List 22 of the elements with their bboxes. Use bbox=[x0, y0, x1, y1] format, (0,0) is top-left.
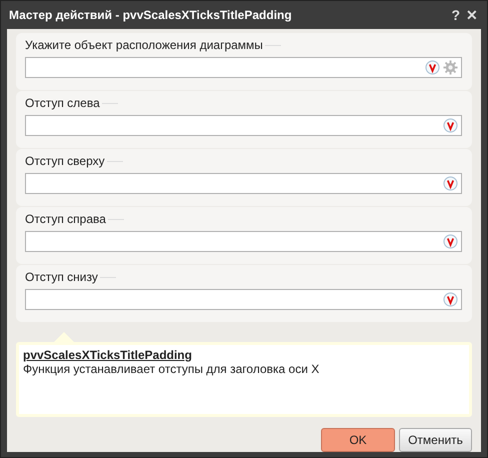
input-field[interactable] bbox=[25, 173, 462, 194]
variable-icon[interactable] bbox=[425, 60, 440, 75]
variable-icon[interactable] bbox=[443, 118, 458, 133]
input-field[interactable] bbox=[25, 289, 462, 310]
close-button[interactable]: ✕ bbox=[463, 7, 481, 23]
field-label: Укажите объект расположения диаграммы bbox=[25, 38, 263, 53]
field-label: Отступ сверху bbox=[25, 154, 105, 169]
variable-icon[interactable] bbox=[443, 176, 458, 191]
variable-icon[interactable] bbox=[443, 234, 458, 249]
window-title: Мастер действий - pvvScalesXTicksTitlePadding bbox=[9, 8, 293, 22]
variable-icon[interactable] bbox=[443, 292, 458, 307]
field-label: Отступ снизу bbox=[25, 270, 98, 285]
ok-button[interactable]: OK bbox=[321, 428, 395, 452]
field-label: Отступ слева bbox=[25, 96, 100, 111]
function-name: pvvScalesXTicksTitlePadding bbox=[23, 348, 193, 362]
input-field[interactable] bbox=[25, 115, 462, 136]
help-button[interactable]: ? bbox=[448, 7, 463, 23]
input-field[interactable] bbox=[25, 57, 462, 78]
input-field[interactable] bbox=[25, 231, 462, 252]
cancel-button[interactable]: Отменить bbox=[399, 428, 472, 452]
description-text: Функция устанавливает отступы для заголовка оси X bbox=[23, 362, 320, 376]
field-label: Отступ справа bbox=[25, 212, 106, 227]
